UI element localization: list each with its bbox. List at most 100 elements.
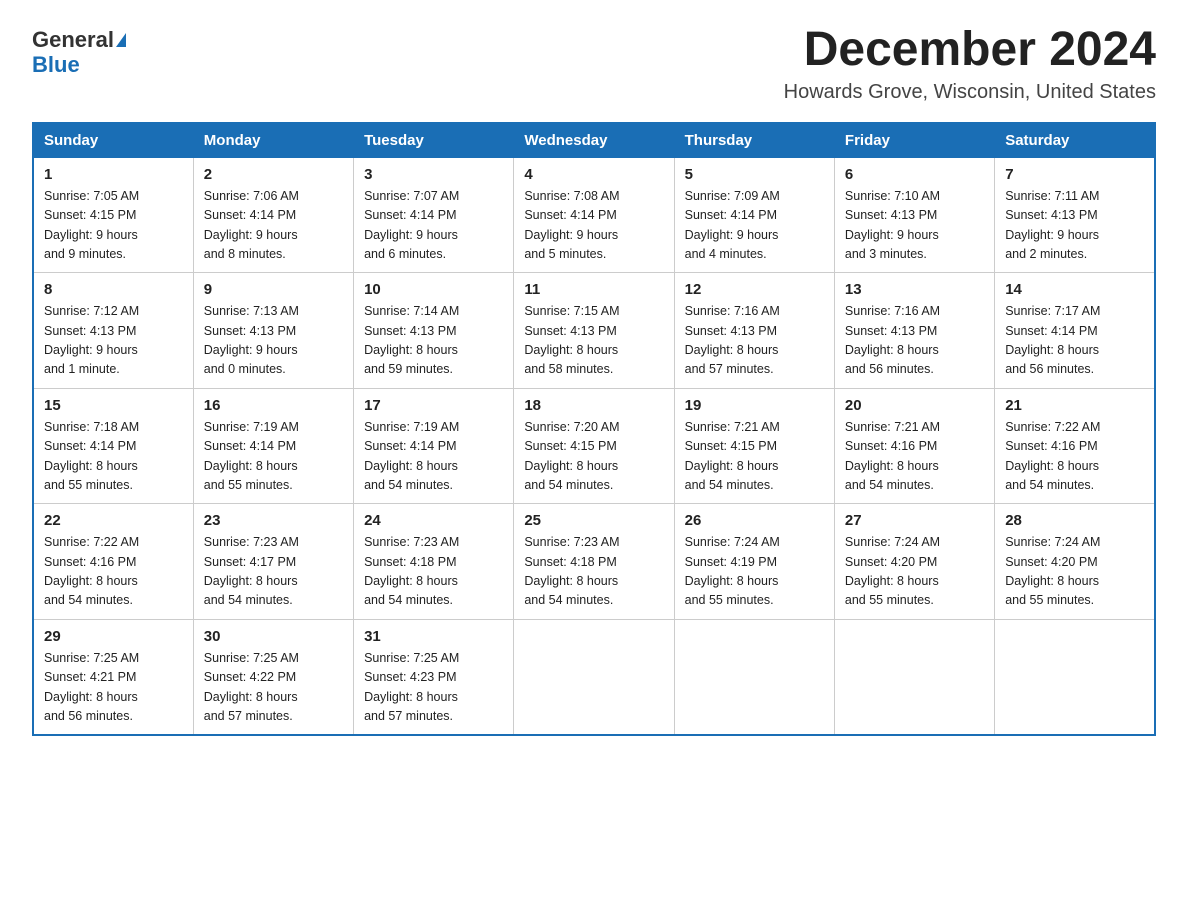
day-number: 31 — [364, 628, 503, 645]
calendar-cell: 10 Sunrise: 7:14 AMSunset: 4:13 PMDaylig… — [354, 273, 514, 389]
day-number: 17 — [364, 397, 503, 414]
day-number: 7 — [1005, 166, 1144, 183]
day-header-monday: Monday — [193, 123, 353, 158]
day-info: Sunrise: 7:16 AMSunset: 4:13 PMDaylight:… — [845, 304, 940, 376]
day-number: 10 — [364, 281, 503, 298]
day-info: Sunrise: 7:16 AMSunset: 4:13 PMDaylight:… — [685, 304, 780, 376]
day-number: 12 — [685, 281, 824, 298]
day-info: Sunrise: 7:23 AMSunset: 4:18 PMDaylight:… — [524, 535, 619, 607]
day-number: 16 — [204, 397, 343, 414]
location-title: Howards Grove, Wisconsin, United States — [784, 81, 1156, 104]
day-number: 15 — [44, 397, 183, 414]
calendar-cell: 28 Sunrise: 7:24 AMSunset: 4:20 PMDaylig… — [995, 504, 1155, 620]
day-info: Sunrise: 7:22 AMSunset: 4:16 PMDaylight:… — [44, 535, 139, 607]
day-number: 24 — [364, 512, 503, 529]
calendar-table: SundayMondayTuesdayWednesdayThursdayFrid… — [32, 122, 1156, 737]
week-row-2: 8 Sunrise: 7:12 AMSunset: 4:13 PMDayligh… — [33, 273, 1155, 389]
day-info: Sunrise: 7:21 AMSunset: 4:16 PMDaylight:… — [845, 420, 940, 492]
day-number: 26 — [685, 512, 824, 529]
calendar-cell — [674, 619, 834, 735]
day-info: Sunrise: 7:25 AMSunset: 4:23 PMDaylight:… — [364, 651, 459, 723]
calendar-cell: 11 Sunrise: 7:15 AMSunset: 4:13 PMDaylig… — [514, 273, 674, 389]
day-header-saturday: Saturday — [995, 123, 1155, 158]
logo-blue: Blue — [32, 52, 80, 78]
calendar-cell: 3 Sunrise: 7:07 AMSunset: 4:14 PMDayligh… — [354, 157, 514, 273]
day-info: Sunrise: 7:13 AMSunset: 4:13 PMDaylight:… — [204, 304, 299, 376]
day-number: 5 — [685, 166, 824, 183]
calendar-cell — [514, 619, 674, 735]
day-number: 23 — [204, 512, 343, 529]
calendar-cell: 16 Sunrise: 7:19 AMSunset: 4:14 PMDaylig… — [193, 388, 353, 504]
calendar-cell: 23 Sunrise: 7:23 AMSunset: 4:17 PMDaylig… — [193, 504, 353, 620]
day-info: Sunrise: 7:06 AMSunset: 4:14 PMDaylight:… — [204, 189, 299, 261]
day-number: 22 — [44, 512, 183, 529]
day-header-sunday: Sunday — [33, 123, 193, 158]
calendar-cell: 26 Sunrise: 7:24 AMSunset: 4:19 PMDaylig… — [674, 504, 834, 620]
logo-general: General — [32, 28, 114, 52]
day-info: Sunrise: 7:14 AMSunset: 4:13 PMDaylight:… — [364, 304, 459, 376]
day-header-wednesday: Wednesday — [514, 123, 674, 158]
logo-arrow-icon — [116, 33, 126, 47]
day-number: 3 — [364, 166, 503, 183]
day-number: 2 — [204, 166, 343, 183]
day-info: Sunrise: 7:11 AMSunset: 4:13 PMDaylight:… — [1005, 189, 1099, 261]
calendar-cell: 24 Sunrise: 7:23 AMSunset: 4:18 PMDaylig… — [354, 504, 514, 620]
calendar-cell — [834, 619, 994, 735]
calendar-cell: 20 Sunrise: 7:21 AMSunset: 4:16 PMDaylig… — [834, 388, 994, 504]
day-info: Sunrise: 7:09 AMSunset: 4:14 PMDaylight:… — [685, 189, 780, 261]
calendar-cell: 17 Sunrise: 7:19 AMSunset: 4:14 PMDaylig… — [354, 388, 514, 504]
calendar-cell: 12 Sunrise: 7:16 AMSunset: 4:13 PMDaylig… — [674, 273, 834, 389]
day-number: 9 — [204, 281, 343, 298]
day-info: Sunrise: 7:19 AMSunset: 4:14 PMDaylight:… — [364, 420, 459, 492]
day-number: 6 — [845, 166, 984, 183]
day-info: Sunrise: 7:21 AMSunset: 4:15 PMDaylight:… — [685, 420, 780, 492]
day-number: 4 — [524, 166, 663, 183]
calendar-cell — [995, 619, 1155, 735]
day-number: 8 — [44, 281, 183, 298]
day-header-tuesday: Tuesday — [354, 123, 514, 158]
calendar-cell: 22 Sunrise: 7:22 AMSunset: 4:16 PMDaylig… — [33, 504, 193, 620]
day-number: 21 — [1005, 397, 1144, 414]
day-info: Sunrise: 7:23 AMSunset: 4:18 PMDaylight:… — [364, 535, 459, 607]
day-info: Sunrise: 7:07 AMSunset: 4:14 PMDaylight:… — [364, 189, 459, 261]
calendar-cell: 31 Sunrise: 7:25 AMSunset: 4:23 PMDaylig… — [354, 619, 514, 735]
day-info: Sunrise: 7:17 AMSunset: 4:14 PMDaylight:… — [1005, 304, 1100, 376]
calendar-cell: 13 Sunrise: 7:16 AMSunset: 4:13 PMDaylig… — [834, 273, 994, 389]
day-number: 18 — [524, 397, 663, 414]
day-info: Sunrise: 7:15 AMSunset: 4:13 PMDaylight:… — [524, 304, 619, 376]
page-header: General Blue December 2024 Howards Grove… — [32, 24, 1156, 104]
days-header-row: SundayMondayTuesdayWednesdayThursdayFrid… — [33, 123, 1155, 158]
week-row-5: 29 Sunrise: 7:25 AMSunset: 4:21 PMDaylig… — [33, 619, 1155, 735]
title-area: December 2024 Howards Grove, Wisconsin, … — [784, 24, 1156, 104]
day-number: 14 — [1005, 281, 1144, 298]
calendar-cell: 15 Sunrise: 7:18 AMSunset: 4:14 PMDaylig… — [33, 388, 193, 504]
calendar-cell: 14 Sunrise: 7:17 AMSunset: 4:14 PMDaylig… — [995, 273, 1155, 389]
day-info: Sunrise: 7:24 AMSunset: 4:20 PMDaylight:… — [1005, 535, 1100, 607]
day-info: Sunrise: 7:08 AMSunset: 4:14 PMDaylight:… — [524, 189, 619, 261]
calendar-cell: 25 Sunrise: 7:23 AMSunset: 4:18 PMDaylig… — [514, 504, 674, 620]
calendar-cell: 29 Sunrise: 7:25 AMSunset: 4:21 PMDaylig… — [33, 619, 193, 735]
day-info: Sunrise: 7:10 AMSunset: 4:13 PMDaylight:… — [845, 189, 940, 261]
day-info: Sunrise: 7:12 AMSunset: 4:13 PMDaylight:… — [44, 304, 139, 376]
day-number: 29 — [44, 628, 183, 645]
day-info: Sunrise: 7:19 AMSunset: 4:14 PMDaylight:… — [204, 420, 299, 492]
day-info: Sunrise: 7:24 AMSunset: 4:19 PMDaylight:… — [685, 535, 780, 607]
week-row-1: 1 Sunrise: 7:05 AMSunset: 4:15 PMDayligh… — [33, 157, 1155, 273]
day-number: 13 — [845, 281, 984, 298]
calendar-cell: 19 Sunrise: 7:21 AMSunset: 4:15 PMDaylig… — [674, 388, 834, 504]
day-number: 20 — [845, 397, 984, 414]
day-info: Sunrise: 7:18 AMSunset: 4:14 PMDaylight:… — [44, 420, 139, 492]
calendar-cell: 8 Sunrise: 7:12 AMSunset: 4:13 PMDayligh… — [33, 273, 193, 389]
logo: General Blue — [32, 24, 126, 78]
calendar-cell: 21 Sunrise: 7:22 AMSunset: 4:16 PMDaylig… — [995, 388, 1155, 504]
day-number: 25 — [524, 512, 663, 529]
month-title: December 2024 — [784, 24, 1156, 77]
day-number: 11 — [524, 281, 663, 298]
calendar-cell: 4 Sunrise: 7:08 AMSunset: 4:14 PMDayligh… — [514, 157, 674, 273]
week-row-3: 15 Sunrise: 7:18 AMSunset: 4:14 PMDaylig… — [33, 388, 1155, 504]
day-header-thursday: Thursday — [674, 123, 834, 158]
day-number: 28 — [1005, 512, 1144, 529]
calendar-cell: 7 Sunrise: 7:11 AMSunset: 4:13 PMDayligh… — [995, 157, 1155, 273]
week-row-4: 22 Sunrise: 7:22 AMSunset: 4:16 PMDaylig… — [33, 504, 1155, 620]
day-info: Sunrise: 7:23 AMSunset: 4:17 PMDaylight:… — [204, 535, 299, 607]
